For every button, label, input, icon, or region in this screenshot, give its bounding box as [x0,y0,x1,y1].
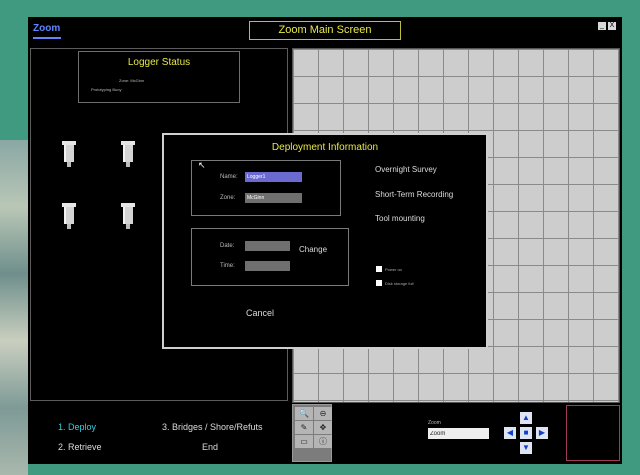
date-field[interactable] [245,241,290,251]
close-button[interactable]: X [608,22,616,30]
deployment-dialog: Deployment Information ↖ Name: Logger1 Z… [162,133,488,349]
logger-info-group: Name: Logger1 Zone: McGinn [191,160,341,216]
eraser-icon[interactable]: ▭ [295,435,313,448]
name-label: Name: [220,174,238,180]
title-bar: Zoom Zoom Main Screen _ X [28,17,622,44]
logger-status-detail: Prototyping Buoy [91,87,122,92]
storage-checkbox[interactable] [376,280,382,286]
pan-right-icon[interactable]: ▶ [536,427,548,439]
option-overnight-survey[interactable]: Overnight Survey [375,165,437,174]
main-menu: 1. Deploy 2. Retrieve 3. Bridges / Shore… [30,405,288,462]
checkbox-row[interactable]: Power on [376,266,402,272]
logger-status-zone: Zone: McGinn [119,78,145,83]
menu-deploy[interactable]: 1. Deploy [58,422,96,432]
date-label: Date: [220,243,235,249]
option-short-term-recording[interactable]: Short-Term Recording [375,190,453,199]
logger-icon[interactable] [121,141,135,167]
zoom-in-icon[interactable]: 🔍 [295,407,313,420]
app-logo: Zoom [33,23,61,39]
time-label: Time: [220,263,235,269]
logger-icon[interactable] [62,141,76,167]
date-time-group: Date: Time: [191,228,349,286]
zoom-out-icon[interactable]: ⊖ [314,407,332,420]
zoom-label: Zoom [428,420,441,426]
logger-status-box: Logger Status Zone: McGinn Prototyping B… [78,51,240,103]
change-button[interactable]: Change [299,245,327,254]
zone-label: Zone: [220,195,236,201]
storage-checkbox-label: Disk storage full [385,280,414,286]
name-field[interactable]: Logger1 [245,172,302,182]
pencil-icon[interactable]: ✎ [295,421,313,434]
zoom-input[interactable] [428,428,489,439]
pan-up-icon[interactable]: ▲ [520,412,532,424]
option-tool-mounting[interactable]: Tool mounting [375,214,425,223]
logger-icon[interactable] [62,203,76,229]
power-checkbox[interactable] [376,266,382,272]
preview-box [566,405,620,461]
dialog-title: Deployment Information [271,142,379,153]
logger-icon[interactable] [121,203,135,229]
logger-status-title: Logger Status [127,57,191,68]
window-controls: _ X [598,22,616,30]
time-field[interactable] [245,261,290,271]
menu-retrieve[interactable]: 2. Retrieve [58,442,102,452]
window-title: Zoom Main Screen [249,21,401,40]
minimize-button[interactable]: _ [598,22,606,30]
main-screen: Zoom Zoom Main Screen _ X Logger Status … [28,17,622,464]
menu-bridges[interactable]: 3. Bridges / Shore/Refuts [162,422,263,432]
background-photo [0,140,28,475]
power-checkbox-label: Power on [385,266,402,272]
zone-field[interactable]: McGinn [245,193,302,203]
info-icon[interactable]: ⓘ [314,435,332,448]
move-icon[interactable]: ✥ [314,421,332,434]
pan-down-icon[interactable]: ▼ [520,442,532,454]
pan-center-icon[interactable]: ■ [520,427,532,439]
tool-palette: 🔍 ⊖ ✎ ✥ ▭ ⓘ [292,404,332,462]
checkbox-row[interactable]: Disk storage full [376,280,413,286]
cancel-button[interactable]: Cancel [246,308,274,318]
menu-end[interactable]: End [202,442,218,452]
pan-left-icon[interactable]: ◀ [504,427,516,439]
